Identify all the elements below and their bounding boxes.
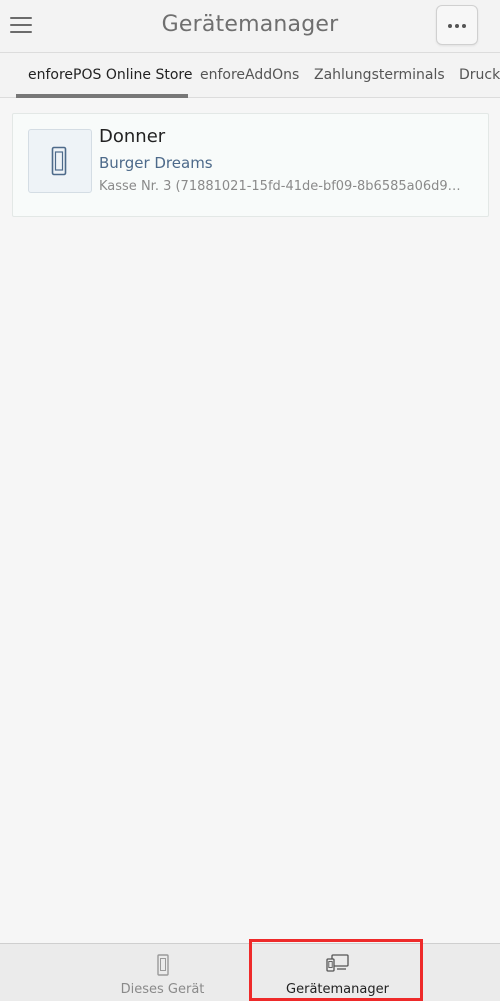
tab-bar: enforePOS Online Store enforeAddOns Zahl… bbox=[0, 53, 500, 98]
nav-label: Gerätemanager bbox=[286, 982, 389, 997]
phone-icon bbox=[156, 954, 169, 976]
more-dot-icon bbox=[462, 24, 466, 28]
app-header: Gerätemanager bbox=[0, 0, 500, 53]
device-thumbnail bbox=[28, 129, 92, 193]
nav-device-manager[interactable]: Gerätemanager bbox=[250, 944, 425, 1001]
active-tab-indicator bbox=[16, 94, 188, 98]
more-options-button[interactable] bbox=[436, 5, 478, 45]
bottom-navigation: Dieses Gerät Gerätemanager bbox=[0, 943, 500, 1001]
more-dot-icon bbox=[455, 24, 459, 28]
tab-payment-terminals[interactable]: Zahlungsterminals bbox=[314, 53, 445, 97]
tab-online-store[interactable]: enforePOS Online Store bbox=[28, 53, 192, 97]
page-title: Gerätemanager bbox=[161, 12, 339, 37]
device-name: Donner bbox=[99, 126, 166, 147]
devices-icon bbox=[325, 954, 349, 972]
device-detail: Kasse Nr. 3 (71881021-15fd-41de-bf09-8b6… bbox=[99, 179, 461, 194]
more-dot-icon bbox=[448, 24, 452, 28]
app-root: Gerätemanager enforePOS Online Store enf… bbox=[0, 0, 500, 1001]
device-card[interactable]: Donner Burger Dreams Kasse Nr. 3 (718810… bbox=[12, 113, 489, 217]
nav-label: Dieses Gerät bbox=[120, 982, 205, 997]
device-shop: Burger Dreams bbox=[99, 154, 213, 172]
nav-this-device[interactable]: Dieses Gerät bbox=[75, 944, 250, 1001]
tab-addons[interactable]: enforeAddOns bbox=[200, 53, 299, 97]
phone-icon bbox=[51, 146, 67, 176]
tab-printers[interactable]: Drucker bbox=[459, 53, 500, 97]
